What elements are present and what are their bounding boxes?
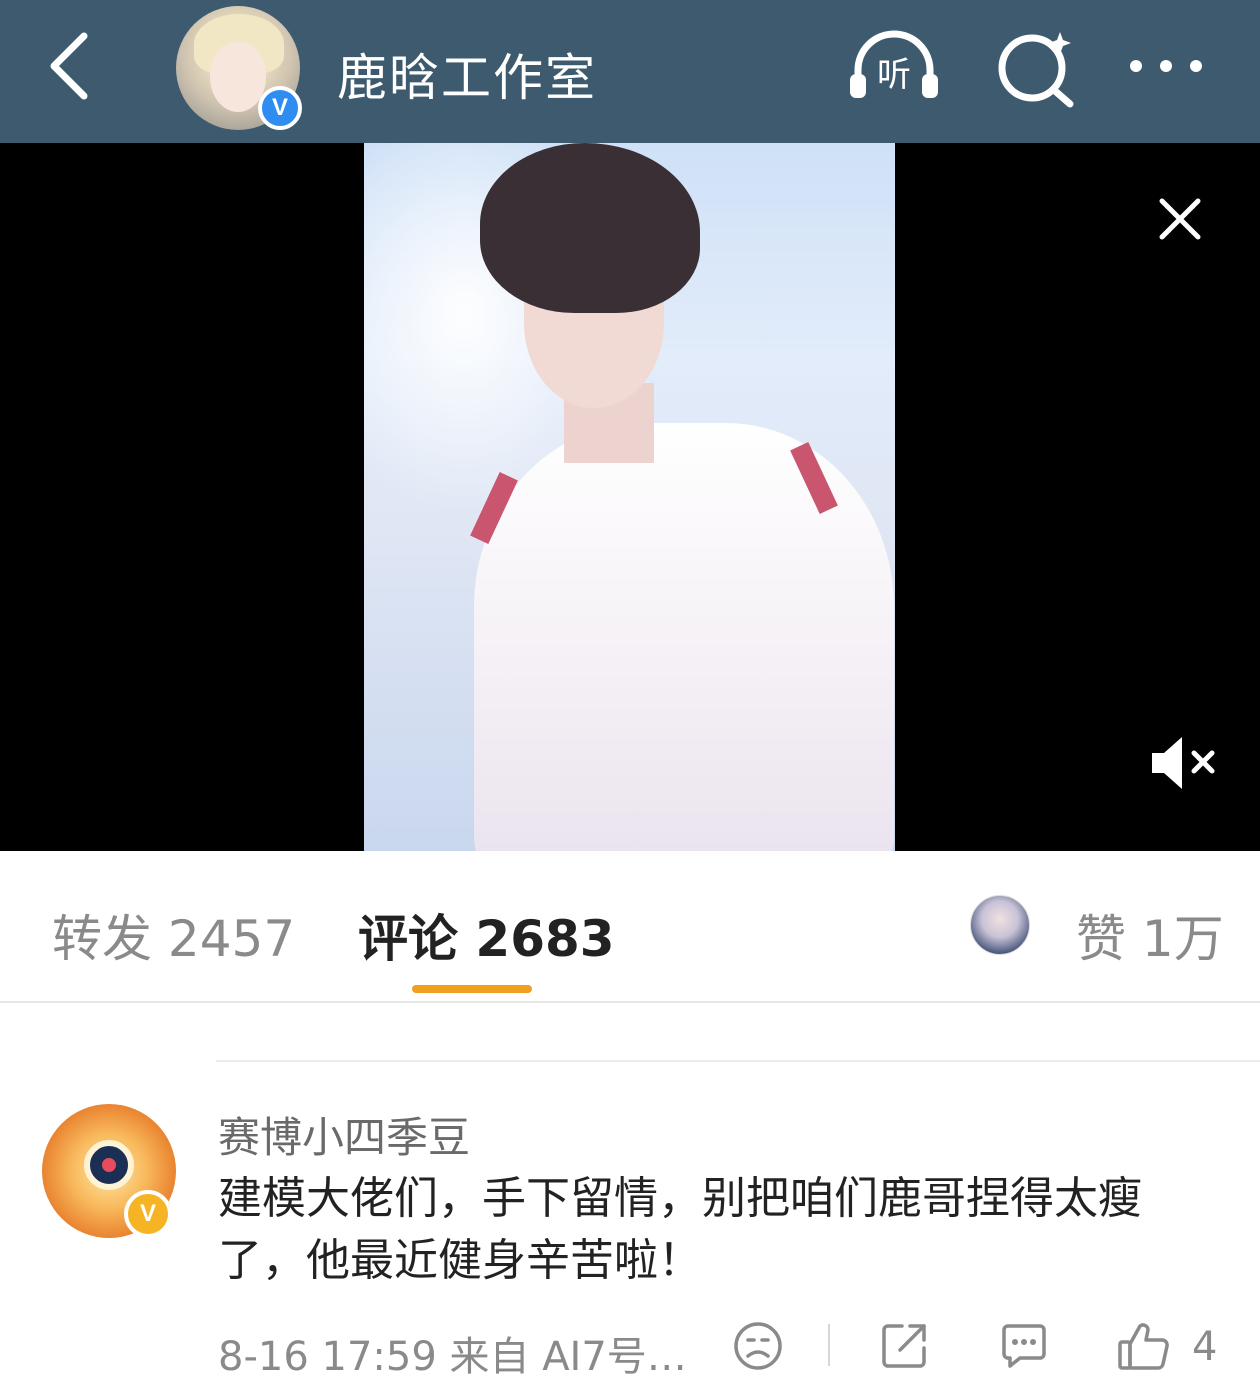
comment-text: 建模大佬们，手下留情，别把咱们鹿哥捏得太瘦了，他最近健身辛苦啦！	[218, 1173, 1142, 1286]
more-icon[interactable]	[1120, 26, 1216, 112]
listen-label: 听	[877, 55, 911, 95]
tab-like[interactable]: 赞 1万	[1076, 899, 1224, 971]
emoji-icon[interactable]	[730, 1318, 786, 1374]
comment-like-count: 4	[1192, 1324, 1218, 1370]
top-bar: V 鹿晗工作室 听	[0, 0, 1260, 143]
listen-icon[interactable]: 听	[846, 26, 942, 112]
tab-comment[interactable]: 评论 2683	[358, 899, 615, 971]
share-icon[interactable]	[876, 1318, 932, 1374]
reply-icon[interactable]	[996, 1318, 1052, 1374]
commenter-name[interactable]: 赛博小四季豆	[218, 1104, 470, 1165]
mute-icon[interactable]	[1148, 733, 1220, 793]
profile-avatar[interactable]: V	[176, 6, 302, 130]
video-frame	[364, 143, 895, 851]
verified-badge-icon: V	[258, 86, 302, 130]
search-icon[interactable]	[990, 26, 1086, 112]
page-title[interactable]: 鹿晗工作室	[337, 38, 597, 110]
liker-avatar[interactable]	[970, 895, 1030, 955]
tab-bar: 转发 2457 评论 2683 赞 1万	[0, 851, 1260, 1003]
back-icon[interactable]	[40, 26, 104, 106]
tab-repost[interactable]: 转发 2457	[52, 899, 295, 971]
comment-meta: 8-16 17:59 来自 AI7号…	[218, 1334, 687, 1380]
thumbs-up-icon[interactable]	[1116, 1318, 1172, 1374]
active-tab-indicator	[412, 985, 532, 993]
close-icon[interactable]	[1150, 189, 1210, 249]
divider	[216, 1060, 1260, 1062]
commenter-badge-icon: V	[124, 1190, 172, 1238]
video-player[interactable]	[0, 143, 1260, 851]
separator	[828, 1324, 830, 1366]
